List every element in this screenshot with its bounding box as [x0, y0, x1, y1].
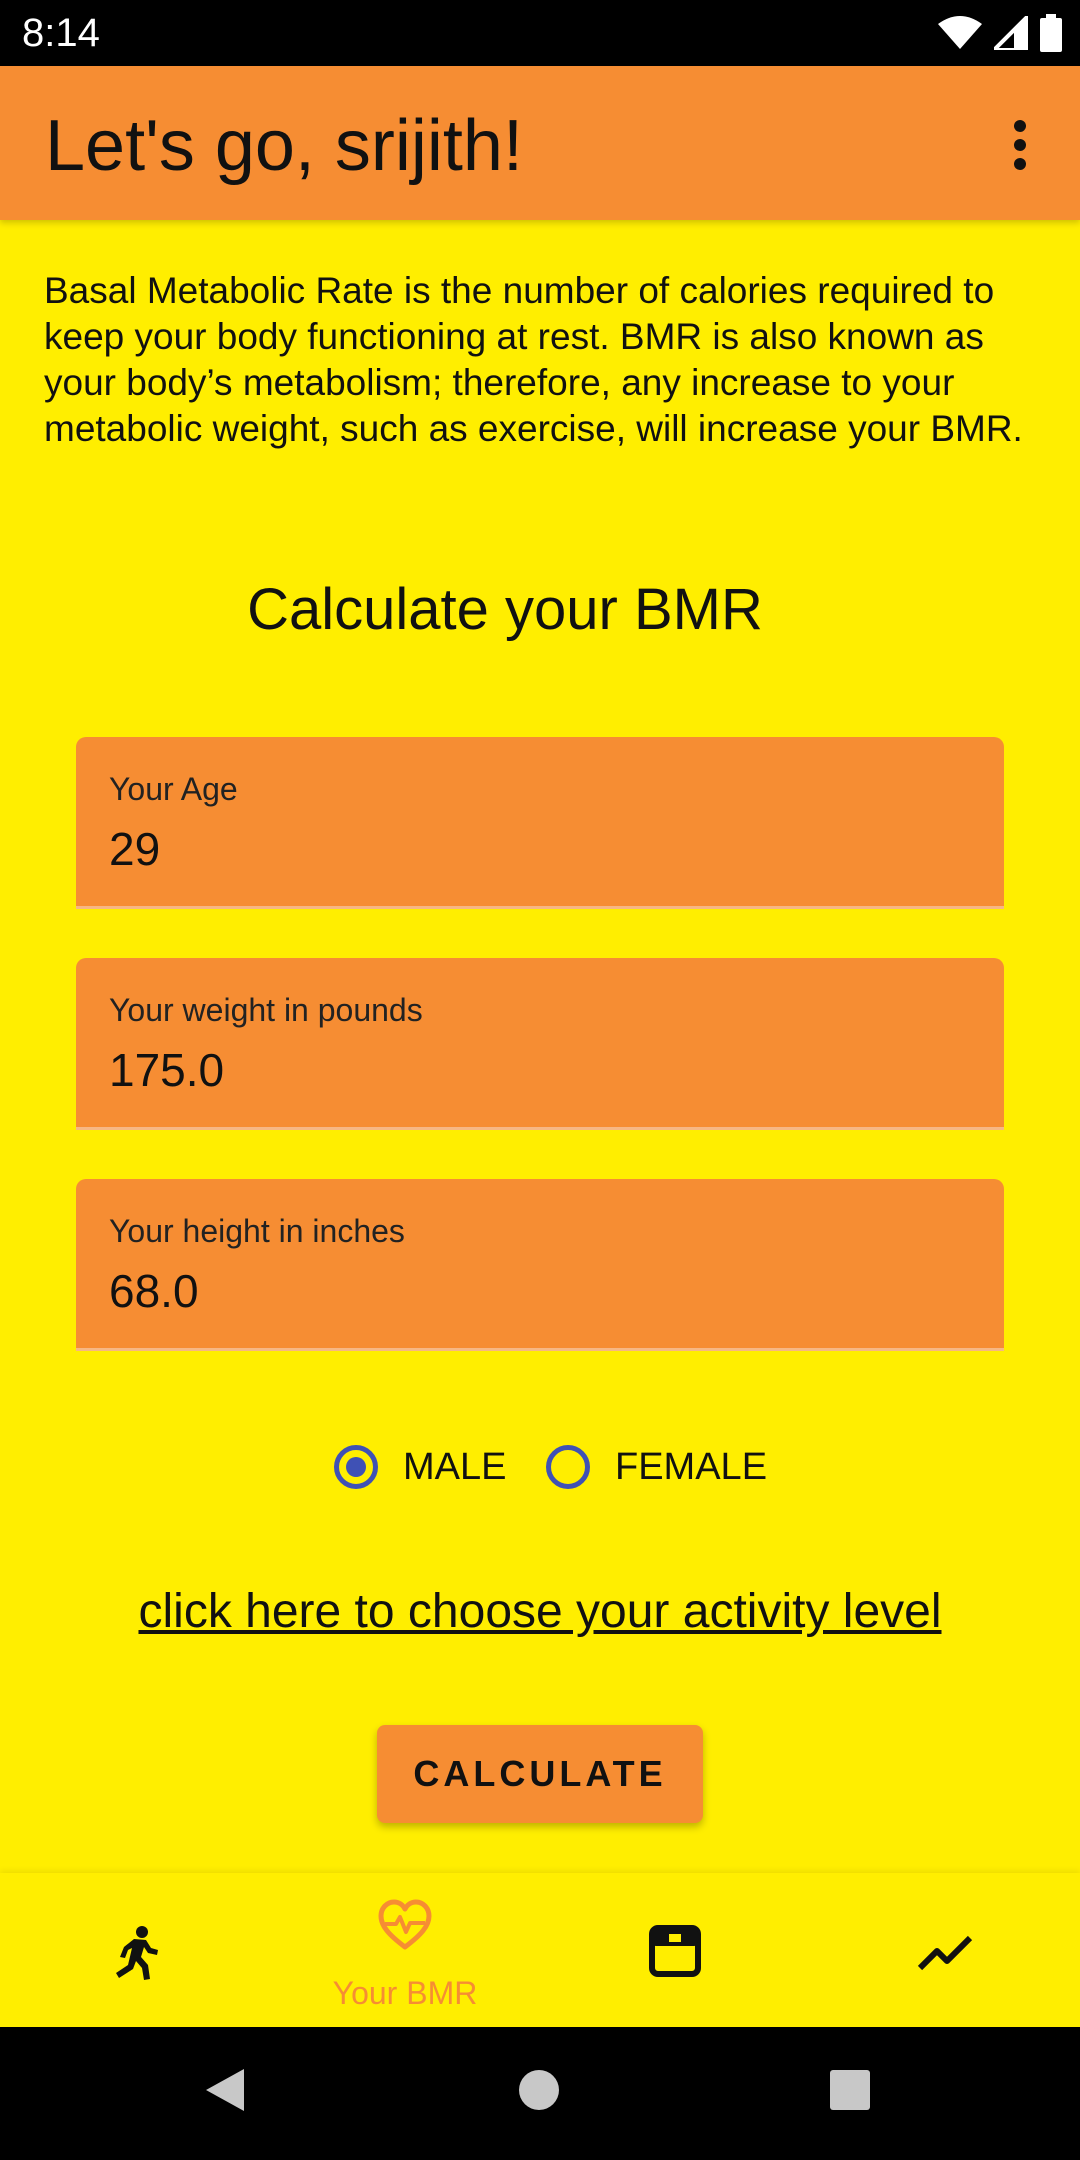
wifi-icon — [938, 16, 982, 49]
male-label: MALE — [403, 1445, 507, 1488]
status-icons — [938, 13, 1062, 53]
activity-level-link[interactable]: click here to choose your activity level — [0, 1582, 1080, 1642]
section-title: Calculate your BMR — [247, 577, 763, 642]
male-radio-button[interactable] — [334, 1445, 378, 1489]
age-field[interactable]: Your Age — [76, 737, 1004, 909]
app-bar: Let's go, srijith! — [0, 66, 1080, 220]
back-icon[interactable] — [204, 2067, 246, 2113]
cell-signal-icon — [994, 16, 1028, 50]
scale-icon — [649, 1925, 701, 1977]
height-input[interactable] — [109, 1263, 959, 1319]
trending-line-icon — [917, 1935, 973, 1971]
weight-field[interactable]: Your weight in pounds — [76, 958, 1004, 1130]
more-vert-icon[interactable] — [1000, 116, 1040, 176]
age-input[interactable] — [109, 821, 959, 877]
weight-input[interactable] — [109, 1042, 959, 1098]
nav-item-weight[interactable] — [540, 1873, 810, 2027]
calculate-button[interactable]: CALCULATE — [377, 1725, 703, 1823]
system-nav-bar — [0, 2027, 1080, 2160]
battery-icon — [1040, 14, 1062, 52]
heart-pulse-icon — [378, 1899, 432, 1950]
bmr-description: Basal Metabolic Rate is the number of ca… — [44, 270, 1023, 449]
female-radio-button[interactable] — [546, 1445, 590, 1489]
height-label: Your height in inches — [109, 1213, 405, 1249]
age-label: Your Age — [109, 771, 238, 807]
nav-item-your-bmr[interactable]: Your BMR — [270, 1873, 540, 2027]
status-bar: 8:14 — [0, 0, 1080, 66]
app-title: Let's go, srijith! — [45, 106, 523, 186]
height-field[interactable]: Your height in inches — [76, 1179, 1004, 1351]
status-time: 8:14 — [22, 11, 100, 55]
gender-radio-group: MALE FEMALE — [0, 1432, 1080, 1502]
bottom-nav: Your BMR — [0, 1873, 1080, 2027]
recents-icon[interactable] — [830, 2070, 870, 2110]
weight-label: Your weight in pounds — [109, 992, 423, 1028]
running-person-icon — [116, 1926, 158, 1980]
nav-item-progress[interactable] — [810, 1873, 1080, 2027]
female-radio[interactable]: FEMALE — [546, 1432, 767, 1502]
home-icon[interactable] — [518, 2069, 560, 2111]
nav-label-your-bmr: Your BMR — [332, 1975, 478, 2011]
male-radio[interactable]: MALE — [334, 1432, 506, 1502]
nav-item-activity[interactable] — [0, 1873, 270, 2027]
female-label: FEMALE — [615, 1445, 768, 1488]
